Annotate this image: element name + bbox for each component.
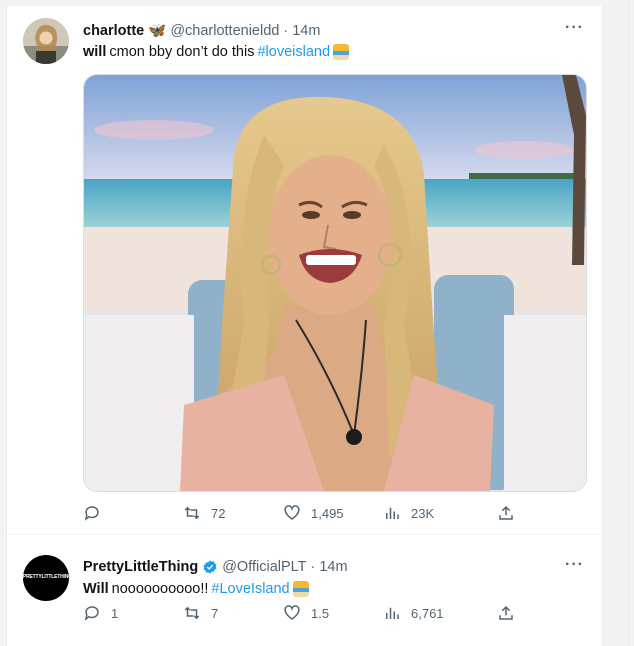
retweet-button[interactable]: 72 — [183, 504, 283, 522]
retweet-icon — [184, 606, 200, 620]
more-icon[interactable]: ··· — [565, 556, 584, 574]
like-button[interactable]: 1,495 — [283, 504, 383, 522]
like-icon — [284, 505, 300, 520]
tweet-text: Will noooooooooo!! #LoveIsland — [83, 581, 309, 597]
like-icon — [284, 605, 300, 620]
reply-icon — [84, 606, 99, 621]
timestamp[interactable]: 14m — [292, 23, 320, 39]
retweet-count: 72 — [211, 505, 226, 521]
views-button[interactable]: 23K — [383, 504, 483, 522]
user-handle[interactable]: @charlottenieldd — [170, 23, 279, 39]
share-icon — [499, 605, 513, 620]
share-button[interactable] — [497, 504, 515, 522]
tweet-text: will cmon bby don’t do this #loveisland — [83, 44, 350, 60]
right-column-border — [628, 0, 629, 646]
avatar[interactable] — [23, 18, 69, 64]
reply-count: 1 — [111, 605, 119, 621]
tweet-text-lead: will — [83, 44, 107, 60]
tweet-photo[interactable] — [83, 74, 587, 492]
retweet-count: 7 — [211, 605, 219, 621]
views-count: 23K — [411, 505, 435, 521]
tweet-actions: 1 7 1.5 6,761 — [83, 604, 523, 622]
like-count: 1.5 — [311, 605, 330, 621]
tweet-actions: 72 1,495 23K — [83, 504, 523, 522]
display-name[interactable]: PrettyLittleThing — [83, 559, 198, 575]
tweet-header: charlotte 🦋 @charlottenieldd · 14m — [83, 22, 320, 40]
tweet-text-body: noooooooooo!! — [111, 581, 209, 597]
timestamp[interactable]: 14m — [319, 559, 347, 575]
views-icon — [386, 507, 399, 519]
share-icon — [499, 505, 513, 520]
reply-button[interactable]: 1 — [83, 604, 183, 622]
retweet-icon — [184, 506, 200, 520]
user-handle[interactable]: @OfficialPLT — [222, 559, 306, 575]
share-button[interactable] — [497, 604, 515, 622]
retweet-button[interactable]: 7 — [183, 604, 283, 622]
views-count: 6,761 — [411, 605, 444, 621]
timeline: charlotte 🦋 @charlottenieldd · 14m ··· w… — [6, 6, 603, 646]
avatar-logo-text: PRETTYLITTLETHING — [23, 574, 69, 580]
views-icon — [386, 607, 399, 619]
island-emoji — [292, 581, 309, 597]
display-name[interactable]: charlotte — [83, 23, 144, 39]
tweet-text-lead: Will — [83, 581, 109, 597]
reply-button[interactable] — [83, 504, 183, 522]
avatar[interactable]: PRETTYLITTLETHING — [23, 555, 69, 601]
reply-icon — [84, 506, 99, 521]
verified-badge-icon — [203, 560, 217, 574]
separator-dot: · — [283, 22, 289, 39]
tweet-prettylittlething[interactable]: PRETTYLITTLETHING PrettyLittleThing @Off… — [7, 535, 602, 646]
hashtag-link[interactable]: #LoveIsland — [211, 581, 289, 597]
like-count: 1,495 — [311, 505, 344, 521]
butterfly-emoji: 🦋 — [148, 23, 167, 39]
separator-dot: · — [310, 559, 316, 575]
tweet-text-body: cmon bby don’t do this — [109, 44, 255, 60]
views-button[interactable]: 6,761 — [383, 604, 483, 622]
more-icon[interactable]: ··· — [565, 19, 584, 37]
tweet-charlotte[interactable]: charlotte 🦋 @charlottenieldd · 14m ··· w… — [7, 6, 602, 534]
tweet-header: PrettyLittleThing @OfficialPLT · 14m — [83, 559, 348, 575]
hashtag-link[interactable]: #loveisland — [257, 44, 330, 60]
island-emoji — [333, 44, 350, 60]
like-button[interactable]: 1.5 — [283, 604, 383, 622]
